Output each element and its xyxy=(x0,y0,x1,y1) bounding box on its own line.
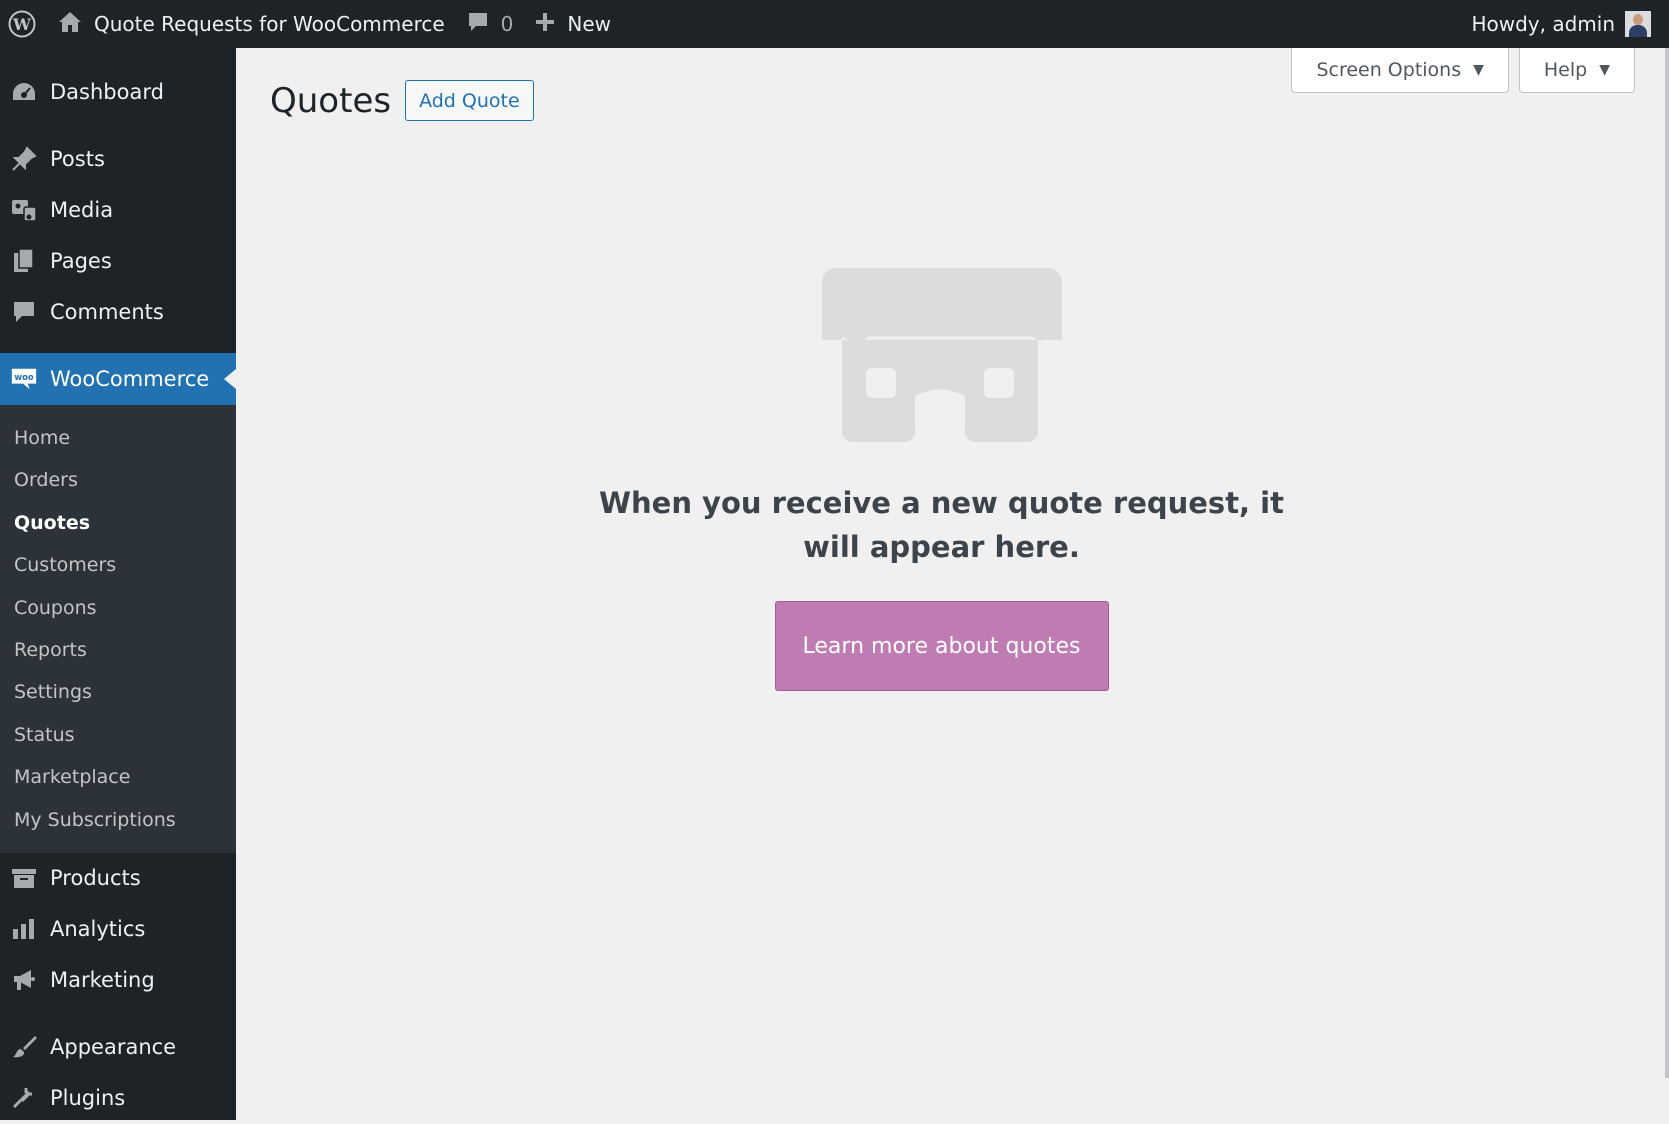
add-quote-button[interactable]: Add Quote xyxy=(405,80,534,121)
media-icon xyxy=(10,196,38,224)
megaphone-icon xyxy=(10,966,38,994)
caret-down-icon: ▼ xyxy=(1599,62,1610,78)
comments-count: 0 xyxy=(500,12,514,36)
site-name-link[interactable]: Quote Requests for WooCommerce xyxy=(44,0,455,48)
pages-icon xyxy=(10,247,38,275)
menu-label: Appearance xyxy=(50,1035,177,1060)
comment-icon xyxy=(467,11,489,38)
bar-chart-icon xyxy=(10,915,38,943)
svg-text:woo: woo xyxy=(14,372,33,382)
menu-label: Media xyxy=(50,197,114,222)
admin-bar: W Quote Requests for WooCommerce 0 New H… xyxy=(0,0,1669,48)
new-label: New xyxy=(567,12,612,36)
menu-item-woocommerce[interactable]: woo WooCommerce xyxy=(0,353,236,405)
menu-label: Plugins xyxy=(50,1086,126,1111)
howdy-text: Howdy, admin xyxy=(1471,12,1615,36)
screen-options-label: Screen Options xyxy=(1316,59,1462,81)
wordpress-logo-icon[interactable]: W xyxy=(0,0,44,48)
svg-text:W: W xyxy=(12,15,32,34)
submenu-coupons[interactable]: Coupons xyxy=(0,587,236,629)
archive-icon xyxy=(10,864,38,892)
plus-icon xyxy=(535,12,555,37)
empty-message: When you receive a new quote request, it… xyxy=(599,486,1284,564)
menu-item-comments[interactable]: Comments xyxy=(0,286,236,337)
menu-item-marketing[interactable]: Marketing xyxy=(0,955,236,1006)
screen-options-button[interactable]: Screen Options ▼ xyxy=(1291,48,1509,93)
help-button[interactable]: Help ▼ xyxy=(1518,48,1635,93)
menu-label: Posts xyxy=(50,146,105,171)
home-icon xyxy=(58,11,82,38)
menu-label: Comments xyxy=(50,299,164,324)
empty-state: When you receive a new quote request, it… xyxy=(236,268,1669,691)
menu-item-media[interactable]: Media xyxy=(0,184,236,235)
submenu-home[interactable]: Home xyxy=(0,417,236,459)
help-label: Help xyxy=(1543,59,1588,81)
submenu-settings[interactable]: Settings xyxy=(0,671,236,713)
menu-label: Dashboard xyxy=(50,79,164,104)
plug-icon xyxy=(10,1084,38,1112)
menu-item-analytics[interactable]: Analytics xyxy=(0,904,236,955)
submenu-quotes[interactable]: Quotes xyxy=(0,502,236,544)
brush-icon xyxy=(10,1033,38,1061)
submenu-my-subscriptions[interactable]: My Subscriptions xyxy=(0,799,236,841)
submenu-orders[interactable]: Orders xyxy=(0,459,236,501)
avatar xyxy=(1625,11,1651,37)
pin-icon xyxy=(10,145,38,173)
main-content: Screen Options ▼ Help ▼ Quotes Add Quote… xyxy=(236,48,1669,1120)
menu-label: Products xyxy=(50,866,141,891)
menu-item-products[interactable]: Products xyxy=(0,853,236,904)
learn-more-button[interactable]: Learn more about quotes xyxy=(774,601,1109,691)
submenu-reports[interactable]: Reports xyxy=(0,629,236,671)
menu-item-dashboard[interactable]: Dashboard xyxy=(0,66,236,117)
menu-label: WooCommerce xyxy=(50,367,210,391)
submenu-status[interactable]: Status xyxy=(0,714,236,756)
menu-item-posts[interactable]: Posts xyxy=(0,133,236,184)
menu-label: Pages xyxy=(50,248,112,273)
menu-label: Analytics xyxy=(50,917,146,942)
menu-label: Marketing xyxy=(50,968,155,993)
comment-icon xyxy=(10,298,38,326)
page-header: Quotes Add Quote xyxy=(270,80,534,121)
submenu-marketplace[interactable]: Marketplace xyxy=(0,756,236,798)
comments-link[interactable]: 0 xyxy=(455,0,526,48)
menu-item-pages[interactable]: Pages xyxy=(0,235,236,286)
submenu-customers[interactable]: Customers xyxy=(0,544,236,586)
store-icon xyxy=(821,268,1062,442)
new-content-link[interactable]: New xyxy=(525,0,621,48)
scrollbar[interactable] xyxy=(1665,48,1669,1078)
screen-meta-links: Screen Options ▼ Help ▼ xyxy=(1291,48,1635,93)
site-name: Quote Requests for WooCommerce xyxy=(94,12,445,36)
my-account[interactable]: Howdy, admin xyxy=(1471,0,1669,48)
admin-menu: Dashboard Posts Media Pages Comments woo… xyxy=(0,48,236,1120)
woocommerce-submenu: Home Orders Quotes Customers Coupons Rep… xyxy=(0,405,236,853)
dashboard-icon xyxy=(10,78,38,106)
caret-down-icon: ▼ xyxy=(1473,62,1484,78)
woo-icon: woo xyxy=(10,365,38,393)
menu-item-appearance[interactable]: Appearance xyxy=(0,1022,236,1073)
menu-item-plugins[interactable]: Plugins xyxy=(0,1073,236,1124)
page-title: Quotes xyxy=(270,80,392,121)
